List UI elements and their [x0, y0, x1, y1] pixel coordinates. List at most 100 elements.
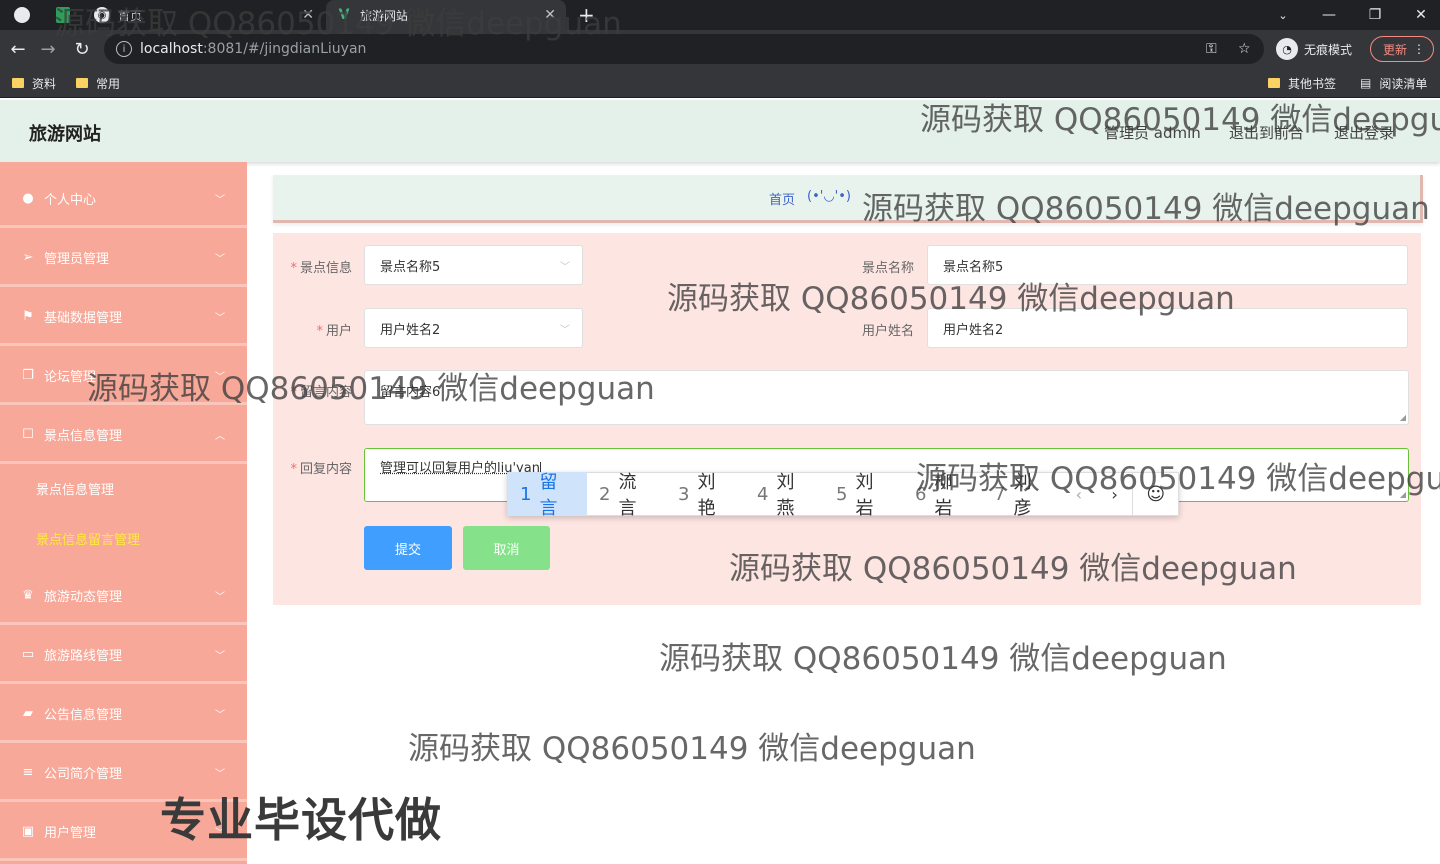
flag-icon: ⚑ — [22, 309, 34, 324]
browser-tab-bar: ◉ 首页 ✕ V 旅游网站 ✕ + ⌄ — ❐ ✕ — [0, 0, 1440, 30]
breadcrumb: 首页 (•'◡'•) — [273, 175, 1423, 223]
resize-grip-icon[interactable]: ◢ — [1400, 490, 1406, 499]
chevron-down-icon: ﹀ — [215, 769, 225, 780]
sidebar-item-travel-news[interactable]: ♛ 旅游动态管理 ﹀ — [0, 569, 247, 625]
vue-icon: V — [338, 7, 350, 23]
ime-candidate[interactable]: 7 刘彦 — [982, 472, 1061, 519]
ime-candidate-bar: 1 留言 2 流言 3 刘艳 4 刘燕 5 刘岩 6 柳岩 7 刘彦 ‹ › ☺ — [507, 472, 1179, 519]
to-front-link[interactable]: 退出到前台 — [1229, 122, 1304, 143]
kebab-menu-icon[interactable]: ⋮ — [1413, 42, 1425, 56]
bookmarks-bar: 资料 常用 其他书签 ▤ 阅读清单 — [0, 68, 1440, 98]
tab-travel-label: 旅游网站 — [360, 8, 409, 23]
tab-home-label: 首页 — [118, 8, 143, 23]
reload-button[interactable]: ↻ — [70, 37, 94, 61]
message-label: * 留言内容 — [290, 385, 352, 400]
tab-close-icon[interactable]: ✕ — [544, 7, 556, 23]
star-icon[interactable]: ☆ — [1238, 34, 1251, 64]
scenic-info-select[interactable]: 景点名称5 ﹀ — [364, 245, 583, 285]
sidebar-item-base-data[interactable]: ⚑ 基础数据管理 ﹀ — [0, 290, 247, 346]
sidebar-item-scenic[interactable]: ☐ 景点信息管理 ︿ — [0, 408, 247, 464]
chevron-down-icon: ﹀ — [215, 651, 225, 662]
app-header: 旅游网站 管理员 admin 退出到前台 退出登录 — [0, 100, 1440, 162]
sidebar-item-profile[interactable]: ● 个人中心 ﹀ — [0, 172, 247, 228]
sidebar-subitem-scenic-message[interactable]: 景点信息留言管理 — [0, 514, 247, 562]
browser-menu-icon[interactable] — [14, 7, 30, 23]
message-textarea[interactable]: 留言内容6 ◢ — [364, 370, 1409, 425]
app-tab-icon[interactable] — [56, 7, 70, 23]
chevron-down-icon: ﹀ — [215, 372, 225, 383]
sidebar: ● 个人中心 ﹀ ➢ 管理员管理 ﹀ ⚑ 基础数据管理 ﹀ ❐ 论坛管理 ﹀ ☐ 景点信息管理 ︿ … — [0, 162, 247, 864]
tab-travel-site[interactable]: V 旅游网站 ✕ — [326, 0, 566, 30]
new-tab-button[interactable]: + — [578, 3, 595, 27]
menu-icon: ≡ — [22, 765, 34, 780]
ime-prev-icon[interactable]: ‹ — [1061, 472, 1097, 516]
current-user: 管理员 admin — [1104, 124, 1201, 142]
user-name-label: 用户姓名 — [861, 324, 914, 339]
chevron-down-icon: ﹀ — [560, 324, 570, 336]
site-title: 旅游网站 — [29, 124, 101, 145]
sidebar-item-admin[interactable]: ➢ 管理员管理 ﹀ — [0, 231, 247, 287]
breadcrumb-face: (•'◡'•) — [807, 189, 851, 204]
bookmark-folder[interactable]: 常用 — [76, 68, 120, 98]
sidebar-item-travel-route[interactable]: ▭ 旅游路线管理 ﹀ — [0, 628, 247, 684]
update-button[interactable]: 更新 ⋮ — [1370, 36, 1434, 62]
resize-grip-icon[interactable]: ◢ — [1400, 413, 1406, 422]
info-icon[interactable]: i — [116, 41, 132, 57]
submit-button[interactable]: 提交 — [364, 526, 452, 570]
ime-next-icon[interactable]: › — [1097, 472, 1133, 516]
logout-link[interactable]: 退出登录 — [1334, 122, 1394, 143]
reading-list[interactable]: ▤ 阅读清单 — [1360, 68, 1427, 98]
id-card-icon: ▣ — [21, 824, 35, 839]
back-button[interactable]: ← — [6, 37, 30, 61]
incognito-label: 无痕模式 — [1304, 42, 1353, 57]
bookmark-folder[interactable]: 资料 — [12, 68, 56, 98]
tab-search-icon[interactable]: ⌄ — [1260, 0, 1306, 30]
reply-label: * 回复内容 — [290, 462, 352, 477]
folder-icon — [1268, 78, 1280, 88]
user-name-field[interactable]: 用户姓名2 — [927, 308, 1408, 348]
chevron-down-icon: ﹀ — [215, 313, 225, 324]
sidebar-item-forum[interactable]: ❐ 论坛管理 ﹀ — [0, 349, 247, 405]
ime-candidate[interactable]: 1 留言 — [508, 472, 587, 519]
emoji-icon[interactable]: ☺ — [1132, 472, 1178, 516]
incognito-indicator[interactable]: ◔ 无痕模式 — [1276, 34, 1352, 64]
send-icon: ➢ — [22, 250, 34, 265]
globe-icon: ◉ — [94, 7, 110, 23]
ime-candidate[interactable]: 2 流言 — [587, 472, 666, 519]
tab-home[interactable]: ◉ 首页 ✕ — [84, 0, 324, 30]
user-label: * 用户 — [316, 324, 352, 339]
update-label: 更新 — [1383, 42, 1408, 57]
user-select[interactable]: 用户姓名2 ﹀ — [364, 308, 583, 348]
chevron-down-icon: ﹀ — [215, 195, 225, 206]
sidebar-item-notice[interactable]: ▰ 公告信息管理 ﹀ — [0, 687, 247, 743]
folder-icon — [12, 78, 24, 88]
copy-icon: ❐ — [22, 368, 34, 383]
ime-candidate[interactable]: 5 刘岩 — [824, 472, 903, 519]
url-bar[interactable]: i localhost:8081/#/jingdianLiuyan ⚿ ☆ — [104, 34, 1264, 64]
watermark-tagline: 专业毕设代做 — [160, 793, 442, 847]
user-icon: ● — [22, 191, 34, 206]
ime-candidate[interactable]: 4 刘燕 — [745, 472, 824, 519]
scenic-name-field[interactable]: 景点名称5 — [927, 245, 1408, 285]
other-bookmarks[interactable]: 其他书签 — [1268, 68, 1336, 98]
trophy-icon: ♛ — [22, 588, 34, 603]
chevron-down-icon: ﹀ — [215, 254, 225, 265]
breadcrumb-home[interactable]: 首页 — [769, 189, 795, 208]
folder-icon — [76, 78, 88, 88]
key-icon[interactable]: ⚿ — [1206, 34, 1217, 64]
address-toolbar: ← → ↻ i localhost:8081/#/jingdianLiuyan … — [0, 30, 1440, 68]
tab-close-icon[interactable]: ✕ — [302, 7, 314, 23]
minimize-button[interactable]: — — [1306, 0, 1352, 30]
reading-list-icon: ▤ — [1360, 76, 1372, 90]
monitor-icon: ▭ — [21, 647, 35, 662]
ime-candidate[interactable]: 3 刘艳 — [666, 472, 745, 519]
chevron-down-icon: ﹀ — [215, 710, 225, 721]
close-window-button[interactable]: ✕ — [1398, 0, 1440, 30]
forward-button[interactable]: → — [36, 37, 60, 61]
url-host: localhost — [140, 41, 203, 57]
cancel-button[interactable]: 取消 — [463, 526, 550, 570]
ime-candidate[interactable]: 6 柳岩 — [903, 472, 982, 519]
sidebar-subitem-scenic-info[interactable]: 景点信息管理 — [0, 464, 247, 512]
scenic-name-label: 景点名称 — [861, 261, 914, 276]
restore-button[interactable]: ❐ — [1352, 0, 1398, 30]
